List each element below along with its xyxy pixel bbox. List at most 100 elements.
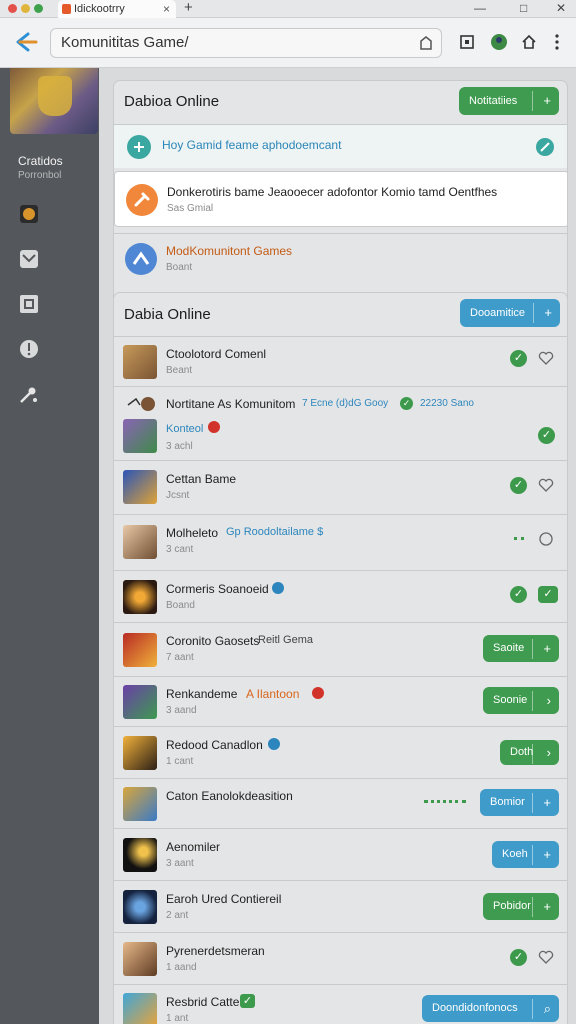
chevron-right-icon: ›: [546, 693, 551, 708]
item-title: Earoh Ured Contiereil: [166, 892, 282, 906]
row-action-button[interactable]: Koeh +: [492, 841, 559, 868]
chevron-right-icon: ›: [546, 745, 551, 760]
row-action-button[interactable]: Bomior +: [480, 789, 559, 816]
list-item[interactable]: Aenomiler 3 aant Koeh +: [114, 828, 567, 880]
list-item[interactable]: Nortitane As Komunitom 7 Ecne (d)dG Gooy…: [114, 386, 567, 460]
alert-subtitle: Sas Gmial: [167, 203, 214, 214]
row-action-label: Pobidor: [493, 900, 531, 912]
close-dot[interactable]: [8, 4, 17, 13]
alert-icon: [126, 184, 158, 216]
notifications-button-label: Notitatiies: [469, 95, 518, 107]
item-subtitle: 7 aant: [166, 652, 194, 663]
notice-text: Hoy Gamid feame aphodoemcant: [162, 138, 342, 152]
button-divider: [532, 744, 533, 764]
list-item[interactable]: Redood Canadlon 1 cant Doth ›: [114, 726, 567, 778]
game-thumbnail: [123, 890, 157, 924]
list-item[interactable]: Molheleto Gp Roodoltailame $ 3 cant: [114, 514, 567, 570]
menu-icon[interactable]: [548, 33, 566, 51]
game-thumbnail: [123, 345, 157, 379]
list-item[interactable]: Cormeris Soanoeid Boand ✓ ✓: [114, 570, 567, 622]
notice-action-icon[interactable]: [535, 137, 555, 157]
item-subtitle: Boand: [166, 600, 195, 611]
tool-icon[interactable]: [18, 384, 40, 406]
check-icon[interactable]: ✓: [538, 586, 558, 603]
minimize-dot[interactable]: [21, 4, 30, 13]
extension-icon[interactable]: [458, 33, 476, 51]
alert-dot-icon: [312, 687, 324, 699]
tab-close-icon[interactable]: ×: [163, 0, 170, 18]
game-list-panel: Dabia Online Dooamitice + Ctoolotord Com…: [113, 292, 568, 1024]
item-tag: A Ilantoon: [246, 687, 300, 701]
list-item[interactable]: Earoh Ured Contiereil 2 ant Pobidor +: [114, 880, 567, 932]
list-item[interactable]: Ctoolotord Comenl Beant ✓: [114, 336, 567, 386]
browser-toolbar: Komunititas Game/: [0, 18, 576, 68]
heart-icon[interactable]: [538, 350, 554, 366]
plus-icon: +: [543, 93, 551, 108]
row-action-label: Koeh: [502, 848, 528, 860]
item-subtitle: 1 aand: [166, 962, 197, 973]
maximize-window-button[interactable]: □: [520, 0, 527, 16]
row-action-button[interactable]: Doondidonfonocs ⌕: [422, 995, 559, 1022]
home-icon[interactable]: [520, 33, 538, 51]
close-window-button[interactable]: ✕: [556, 0, 566, 16]
item-subtitle: 2 ant: [166, 910, 189, 921]
row-action-button[interactable]: Soonie ›: [483, 687, 559, 714]
row-action-button[interactable]: Doth ›: [500, 740, 559, 765]
new-tab-button[interactable]: +: [184, 0, 193, 16]
item-subtitle: 3 aand: [166, 705, 197, 716]
box-icon[interactable]: [18, 293, 40, 315]
browser-tab[interactable]: Idickootrry ×: [58, 0, 176, 18]
game-thumbnail: [123, 525, 157, 559]
mail-icon[interactable]: [18, 248, 40, 270]
row-action-button[interactable]: Pobidor +: [483, 893, 559, 920]
list-item[interactable]: Resbrid Catte ✓ 1 ant Doondidonfonocs ⌕: [114, 984, 567, 1024]
item-title: Pyrenerdetsmeran: [166, 944, 265, 958]
button-divider: [532, 999, 533, 1019]
badge-icon: [268, 738, 280, 750]
row-action-button[interactable]: Saoite +: [483, 635, 559, 662]
heart-icon[interactable]: [538, 477, 554, 493]
address-bar[interactable]: Komunititas Game/: [50, 28, 442, 58]
site-info-icon[interactable]: [419, 35, 433, 51]
list-item[interactable]: Caton Eanolokdeasition Bomior +: [114, 778, 567, 828]
maximize-dot[interactable]: [34, 4, 43, 13]
item-subtitle: 3 achl: [166, 441, 193, 452]
list-item[interactable]: Renkandeme A Ilantoon 3 aand Soonie ›: [114, 676, 567, 726]
item-subtitle: Jcsnt: [166, 490, 190, 501]
progress-dots-icon: [424, 800, 466, 803]
alert-dot-icon: [208, 421, 220, 433]
list-item[interactable]: Cettan Bame Jcsnt ✓: [114, 460, 567, 514]
button-divider: [533, 303, 534, 323]
alert-card[interactable]: Donkerotiris bame Jeaooecer adofontor Ko…: [114, 171, 567, 227]
status-ring-icon[interactable]: [538, 531, 554, 547]
notice-bar[interactable]: Hoy Gamid feame aphodoemcant: [114, 124, 567, 168]
window-dots: [8, 4, 43, 13]
info-icon[interactable]: [18, 338, 40, 360]
row-action-label: Doth: [510, 746, 534, 758]
profile-avatar[interactable]: [490, 33, 508, 51]
item-subtitle: 1 ant: [166, 1013, 189, 1024]
check-icon: ✓: [240, 994, 255, 1008]
item-title: Nortitane As Komunitom: [166, 397, 296, 411]
item-title: Konteol: [166, 423, 204, 435]
notifications-button[interactable]: Notitatiies +: [459, 87, 559, 115]
item-tag-secondary: 22230 Sano: [420, 398, 474, 409]
row-action-label: Saoite: [493, 642, 525, 654]
mod-subtitle: Boant: [166, 262, 193, 273]
badge-icon: [272, 582, 284, 594]
heart-icon[interactable]: [538, 949, 554, 965]
list-item[interactable]: Pyrenerdetsmeran 1 aand ✓: [114, 932, 567, 984]
documents-button[interactable]: Dooamitice +: [460, 299, 560, 327]
plus-icon: +: [544, 305, 552, 320]
item-title: Renkandeme: [166, 687, 238, 701]
game-icon[interactable]: [18, 203, 40, 225]
sidebar-title: Cratidos: [18, 154, 63, 168]
minimize-window-button[interactable]: —: [474, 0, 486, 16]
check-icon: ✓: [538, 427, 555, 444]
list-item[interactable]: Coronito Gaosets Reitl Gema 7 aant Saoit…: [114, 622, 567, 676]
tab-favicon-icon: [62, 4, 71, 14]
check-icon: ✓: [510, 949, 527, 966]
item-subtitle: 1 cant: [166, 756, 194, 767]
tab-title: Idickootrry: [74, 3, 125, 15]
back-arrow-icon[interactable]: [14, 31, 40, 53]
